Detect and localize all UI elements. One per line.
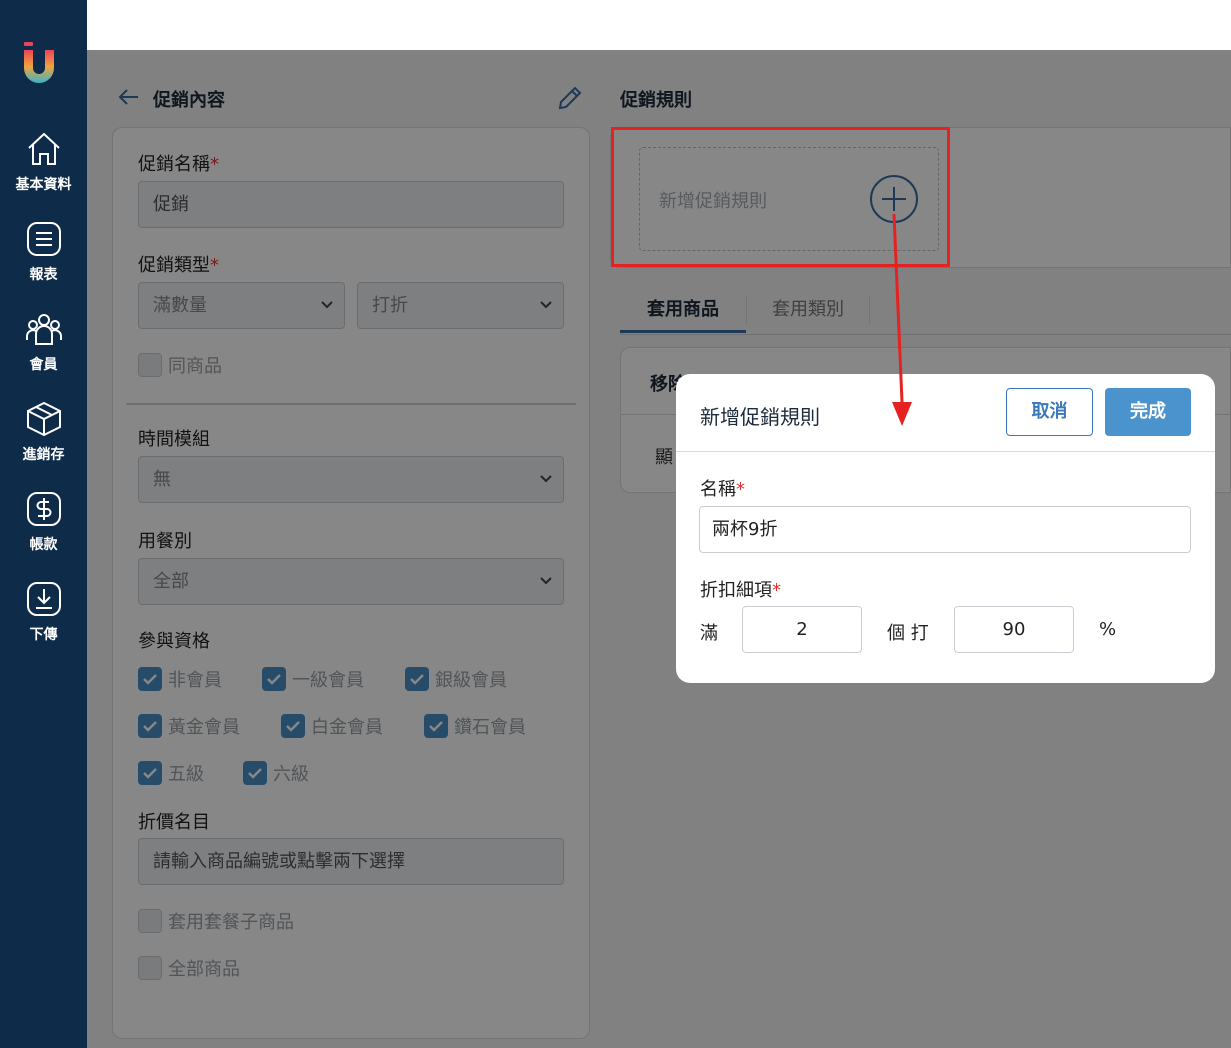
done-button[interactable]: 完成 bbox=[1105, 388, 1191, 436]
modal-title: 新增促銷規則 bbox=[700, 405, 820, 429]
nav-label: 進銷存 bbox=[22, 447, 65, 463]
highlight-box bbox=[611, 127, 950, 267]
app-logo[interactable] bbox=[21, 40, 57, 88]
nav-download[interactable]: 下傳 bbox=[0, 580, 87, 644]
dollar-icon bbox=[26, 492, 61, 526]
nav-accounts[interactable]: 帳款 bbox=[0, 490, 87, 554]
nav-label: 報表 bbox=[29, 267, 58, 283]
members-icon bbox=[25, 314, 62, 345]
cancel-button[interactable]: 取消 bbox=[1006, 388, 1093, 436]
nav-members[interactable]: 會員 bbox=[0, 310, 87, 374]
discount-detail-label: 折扣細項* bbox=[700, 580, 781, 601]
percent-input[interactable]: 90 bbox=[954, 606, 1074, 653]
modal-divider bbox=[676, 451, 1215, 452]
nav-reports[interactable]: 報表 bbox=[0, 220, 87, 284]
top-bar bbox=[87, 0, 1231, 50]
rule-name-label: 名稱* bbox=[700, 479, 745, 500]
nav-label: 帳款 bbox=[29, 537, 58, 553]
rule-name-input[interactable]: 兩杯9折 bbox=[699, 506, 1191, 553]
nav-basic-data[interactable]: 基本資料 bbox=[0, 130, 87, 194]
percent-sign: % bbox=[1099, 619, 1117, 640]
add-rule-modal: 新增促銷規則 取消 完成 名稱* 兩杯9折 折扣細項* 滿 2 個 打 90 % bbox=[676, 374, 1215, 683]
home-icon bbox=[27, 132, 60, 165]
nav-label: 基本資料 bbox=[15, 177, 72, 193]
report-icon bbox=[26, 222, 61, 256]
download-icon bbox=[26, 582, 61, 616]
full-label: 滿 bbox=[700, 623, 718, 644]
inventory-box-icon bbox=[26, 401, 61, 437]
sidebar: 基本資料 報表 會員 進銷存 帳款 下傳 bbox=[0, 0, 87, 1048]
nav-inventory[interactable]: 進銷存 bbox=[0, 400, 87, 464]
nav-label: 會員 bbox=[29, 357, 58, 373]
nav-label: 下傳 bbox=[29, 627, 58, 643]
unit-label: 個 打 bbox=[887, 623, 929, 644]
quantity-input[interactable]: 2 bbox=[742, 606, 862, 653]
